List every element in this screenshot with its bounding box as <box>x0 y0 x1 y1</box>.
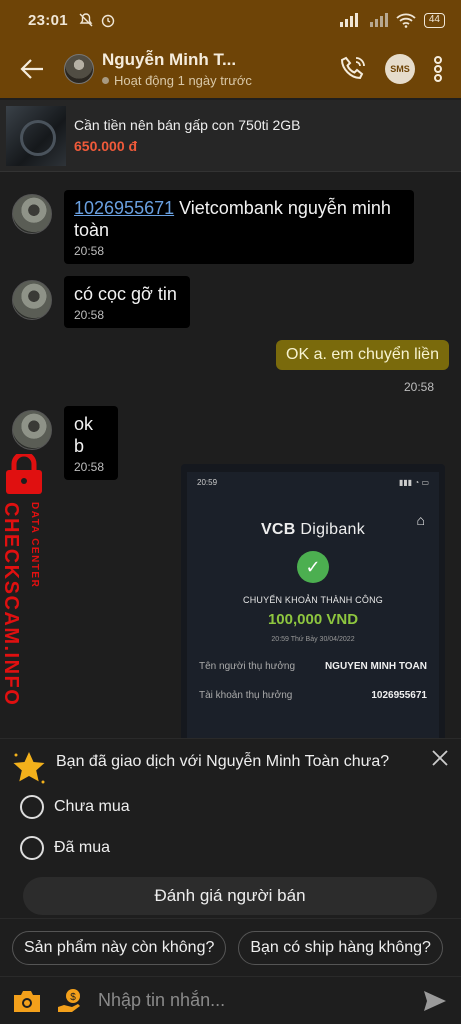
message-time: 20:58 <box>74 308 105 322</box>
signal-icon <box>339 13 358 27</box>
message-list[interactable]: 1026955671 Vietcombank nguyễn minh toàn … <box>0 172 461 738</box>
review-panel: Bạn đã giao dịch với Nguyễn Minh Toàn ch… <box>0 738 461 918</box>
sender-avatar[interactable] <box>12 410 52 450</box>
send-icon[interactable] <box>423 990 447 1012</box>
quick-reply-chip[interactable]: Sản phẩm này còn không? <box>12 930 227 965</box>
quick-replies: Sản phẩm này còn không? Bạn có ship hàng… <box>0 918 461 976</box>
presence-dot-icon <box>102 77 109 84</box>
header-avatar[interactable] <box>64 54 94 84</box>
header-title[interactable]: Nguyễn Minh T... Hoạt động 1 ngày trước <box>102 50 262 88</box>
sender-avatar[interactable] <box>12 280 52 320</box>
wifi-icon <box>396 13 416 28</box>
watermark-subtext: DATA CENTER <box>29 502 40 589</box>
product-title: Cần tiền nên bán gấp con 750ti 2GB <box>74 117 301 133</box>
message-bubble[interactable]: có cọc gỡ tin 20:58 <box>64 276 190 328</box>
account-number-link[interactable]: 1026955671 <box>74 198 174 218</box>
radio-button[interactable] <box>20 836 44 860</box>
transfer-datetime: 20:59 Thứ Bảy 30/04/2022 <box>271 636 355 643</box>
product-thumbnail <box>6 105 66 166</box>
receipt-row: Tên người thụ hưởng NGUYEN MINH TOAN <box>199 661 427 672</box>
sender-avatar[interactable] <box>12 194 52 234</box>
back-button[interactable] <box>0 57 64 81</box>
star-icon <box>13 752 45 784</box>
check-icon: ✓ <box>297 551 329 583</box>
transfer-status: CHUYỂN KHOẢN THÀNH CÔNG <box>243 595 383 605</box>
message-bubble[interactable]: 1026955671 Vietcombank nguyễn minh toàn … <box>64 190 414 264</box>
contact-status: Hoạt động 1 ngày trước <box>114 73 252 88</box>
home-icon: ⌂ <box>416 512 425 528</box>
image-message[interactable]: 20:59 ▮▮▮ ◔ ▭ ⌂ VCB Digibank ✓ CHUYỂN KHO… <box>181 464 445 738</box>
lock-icon <box>6 454 42 494</box>
receipt-time: 20:59 <box>197 478 218 487</box>
option-not-bought[interactable]: Chưa mua <box>20 795 130 819</box>
chat-header: Nguyễn Minh T... Hoạt động 1 ngày trước … <box>0 40 461 98</box>
receipt-row: Tài khoản thụ hưởng 1026955671 <box>199 690 427 701</box>
review-question: Bạn đã giao dịch với Nguyễn Minh Toàn ch… <box>56 753 390 770</box>
signal-icon-2 <box>369 13 388 27</box>
phone-call-icon[interactable] <box>339 55 367 83</box>
close-icon[interactable] <box>431 749 449 767</box>
status-time: 23:01 <box>28 11 68 29</box>
message-time: 20:58 <box>74 244 105 258</box>
message-text: OK a. em chuyển liền <box>276 340 449 370</box>
arrow-left-icon <box>20 59 43 79</box>
outgoing-message[interactable]: OK a. em chuyển liền <box>276 340 449 370</box>
camera-icon[interactable] <box>12 988 42 1014</box>
message-bubble[interactable]: ok b 20:58 <box>64 406 118 480</box>
message-input-bar: $ <box>0 976 461 1024</box>
more-vertical-icon[interactable] <box>433 55 443 83</box>
transfer-receipt-image: 20:59 ▮▮▮ ◔ ▭ ⌂ VCB Digibank ✓ CHUYỂN KHO… <box>187 472 439 738</box>
svg-text:$: $ <box>70 992 76 1003</box>
sms-button[interactable]: SMS <box>385 54 415 84</box>
message-text: có cọc gỡ tin <box>74 284 177 304</box>
option-bought[interactable]: Đã mua <box>20 836 110 860</box>
transfer-amount: 100,000 VND <box>267 611 359 628</box>
message-input[interactable] <box>98 990 388 1011</box>
product-card[interactable]: Cần tiền nên bán gấp con 750ti 2GB 650.0… <box>0 100 461 172</box>
radio-button[interactable] <box>20 795 44 819</box>
money-hand-icon[interactable]: $ <box>56 987 86 1015</box>
watermark: CHECKSCAM.INFO DATA CENTER <box>0 454 46 706</box>
alarm-icon <box>101 14 115 28</box>
rate-seller-button[interactable]: Đánh giá người bán <box>23 877 437 915</box>
quick-reply-chip[interactable]: Bạn có ship hàng không? <box>238 930 443 965</box>
mute-icon <box>79 13 93 27</box>
bank-logo: VCB Digibank <box>260 521 366 538</box>
contact-name: Nguyễn Minh T... <box>102 50 237 69</box>
message-time: 20:58 <box>404 380 435 394</box>
message-text: ok b <box>74 414 94 456</box>
product-price: 650.000 đ <box>74 138 138 154</box>
message-time: 20:58 <box>74 460 105 474</box>
status-bar: 23:01 44 <box>0 0 461 40</box>
battery-icon: 44 <box>423 12 445 28</box>
watermark-text: CHECKSCAM.INFO <box>0 502 22 707</box>
